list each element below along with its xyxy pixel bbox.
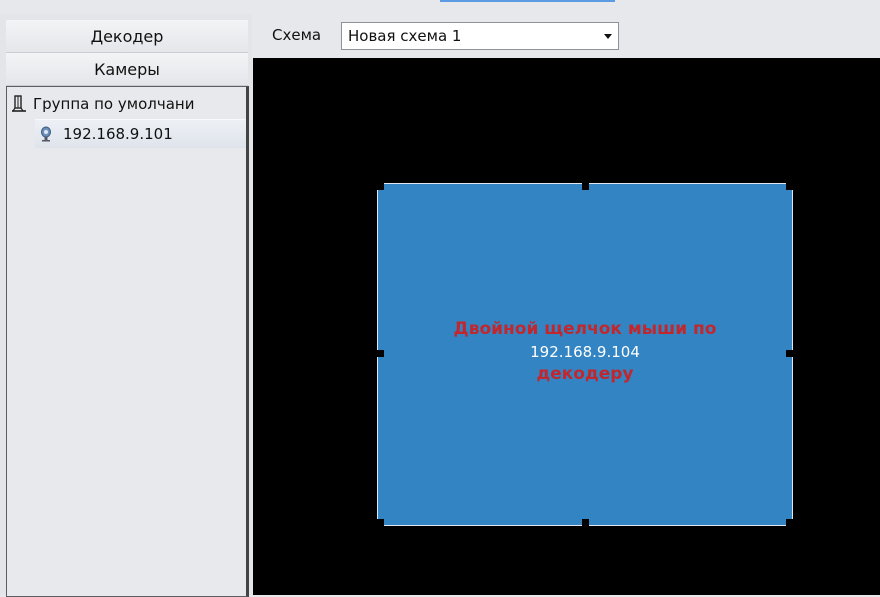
- tree-item-label: 192.168.9.101: [63, 125, 173, 143]
- tab-decoder-label: Декодер: [90, 26, 164, 46]
- resize-handle-top-right[interactable]: [786, 183, 793, 190]
- resize-handle-top-left[interactable]: [377, 183, 384, 190]
- tree-group-label: Группа по умолчани: [33, 95, 195, 113]
- scheme-label: Схема: [272, 26, 322, 44]
- scheme-select[interactable]: Новая схема 1: [341, 22, 619, 50]
- camera-group-icon: [12, 95, 26, 112]
- scheme-toolbar: Схема Новая схема 1: [252, 14, 880, 58]
- decoder-hint-line1: Двойной щелчок мыши по: [453, 319, 717, 339]
- decoder-text: Двойной щелчок мыши по 192.168.9.104 дек…: [378, 317, 792, 385]
- tree-group-default[interactable]: Группа по умолчани: [11, 91, 245, 117]
- decoder-hint-line3: декодеру: [536, 364, 634, 384]
- tab-decoder[interactable]: Декодер: [6, 20, 248, 53]
- resize-handle-bottom-right[interactable]: [786, 519, 793, 526]
- left-panel: Декодер Камеры Группа по умолчани 192.16…: [0, 14, 252, 597]
- resize-handle-bottom-left[interactable]: [377, 519, 384, 526]
- decoder-tile[interactable]: Двойной щелчок мыши по 192.168.9.104 дек…: [377, 183, 793, 526]
- layout-canvas[interactable]: Двойной щелчок мыши по 192.168.9.104 дек…: [253, 58, 880, 595]
- top-accent-line: [440, 0, 615, 2]
- scheme-select-value: Новая схема 1: [348, 27, 462, 45]
- tree-item-camera[interactable]: 192.168.9.101: [35, 119, 246, 148]
- camera-tree: Группа по умолчани 192.168.9.101: [6, 86, 249, 597]
- resize-handle-top[interactable]: [582, 183, 589, 190]
- ip-camera-icon: [41, 126, 51, 142]
- decoder-ip: 192.168.9.104: [530, 343, 640, 361]
- resize-handle-bottom[interactable]: [582, 519, 589, 526]
- tab-cameras-label: Камеры: [94, 59, 160, 79]
- tab-cameras[interactable]: Камеры: [6, 53, 248, 86]
- chevron-down-icon: [604, 34, 612, 39]
